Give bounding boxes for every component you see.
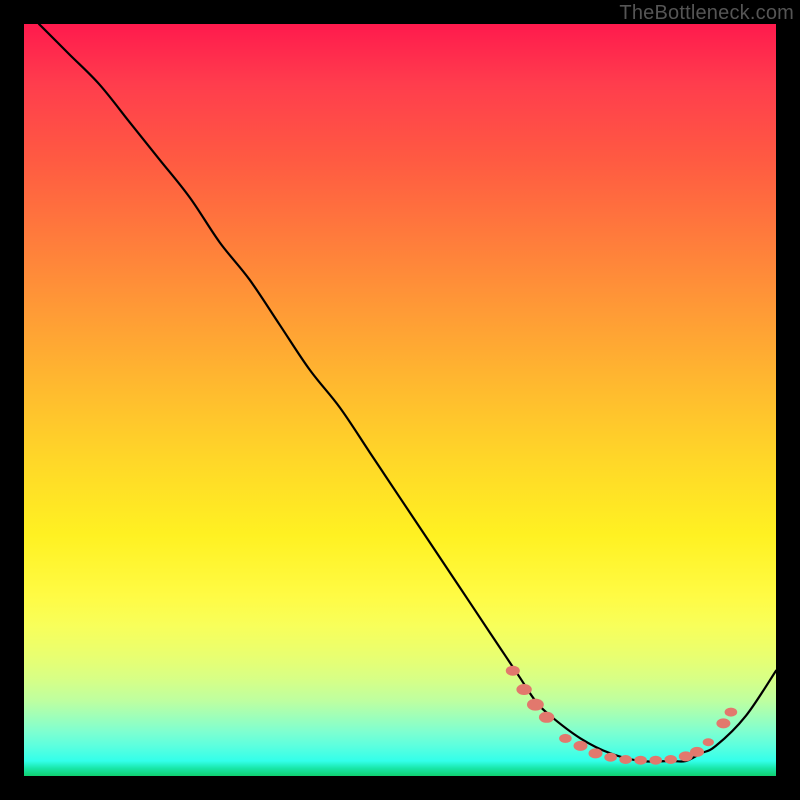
chart-frame: TheBottleneck.com — [0, 0, 800, 800]
attribution-text: TheBottleneck.com — [619, 2, 794, 25]
data-marker — [649, 756, 662, 765]
data-marker — [725, 708, 738, 717]
data-marker — [634, 756, 647, 765]
data-marker — [506, 666, 520, 676]
data-marker — [690, 747, 704, 757]
data-marker — [619, 755, 632, 764]
data-marker — [664, 755, 677, 764]
data-marker — [574, 741, 588, 751]
bottleneck-curve-line — [39, 24, 776, 762]
data-marker — [703, 738, 714, 746]
data-marker — [679, 751, 693, 761]
data-marker — [716, 718, 730, 728]
data-marker — [604, 753, 617, 762]
data-marker — [589, 748, 603, 758]
curve-layer — [24, 24, 776, 776]
data-marker — [539, 712, 554, 723]
plot-area — [24, 24, 776, 776]
data-marker — [559, 734, 572, 743]
data-marker — [516, 684, 531, 695]
data-marker — [527, 699, 544, 711]
marker-layer — [506, 666, 737, 765]
